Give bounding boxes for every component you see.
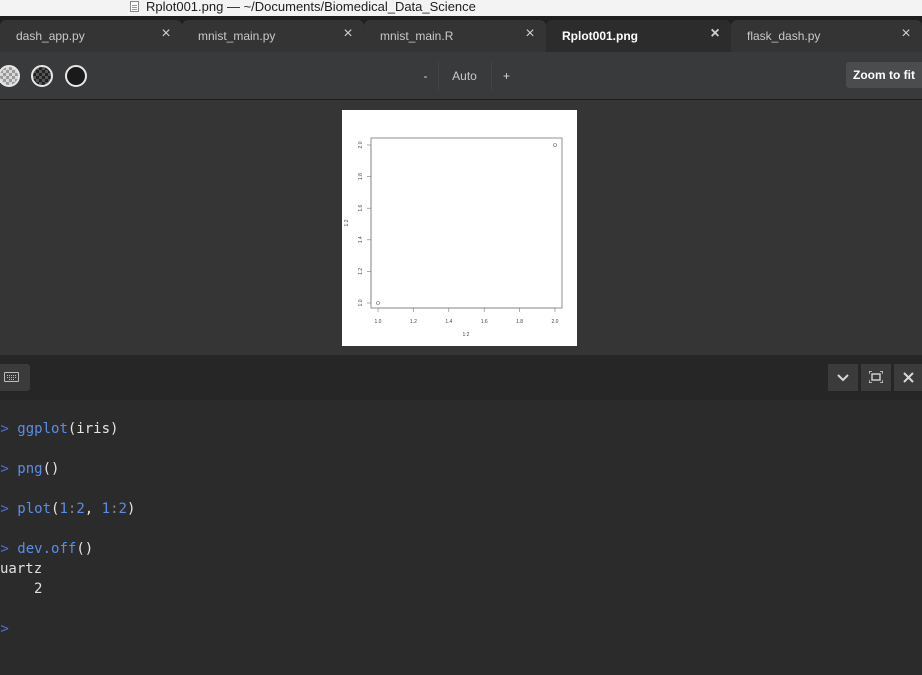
tab-label: dash_app.py [16, 29, 85, 43]
zoom-in-button[interactable]: + [491, 62, 521, 90]
y-axis: 1.0 1.2 1.4 1.6 1.8 2.0 [358, 141, 372, 306]
tab-rplot001[interactable]: Rplot001.png × [546, 20, 731, 52]
x-axis: 1.0 1.2 1.4 1.6 1.8 2.0 [375, 307, 559, 325]
keyboard-button[interactable] [0, 364, 30, 391]
console-function: plot [17, 501, 52, 517]
console-args: () [76, 541, 94, 557]
plot-frame [370, 137, 563, 309]
x-tick-label: 1.8 [516, 319, 523, 325]
close-icon[interactable]: × [898, 26, 914, 42]
r-console[interactable]: $> ggplot(iris) $> png() $> plot(1:2, 1:… [0, 400, 922, 675]
zoom-out-button[interactable]: - [413, 62, 439, 90]
y-tick-label: 1.8 [358, 173, 364, 180]
image-file-icon [130, 1, 139, 12]
y-axis-label: 1:2 [344, 219, 350, 226]
console-prompt: $> [0, 541, 9, 557]
collapse-panel-button[interactable] [828, 364, 858, 391]
plot-image: 1.0 1.2 1.4 1.6 1.8 2.0 1.0 1.2 1.4 1.6 1.8 2.0 1:… [342, 110, 577, 346]
black-background-button[interactable] [65, 65, 87, 87]
console-prompt: $> [0, 621, 9, 637]
console-panel-header [0, 358, 922, 400]
tab-flask-dash[interactable]: flask_dash.py × [731, 20, 922, 52]
zoom-to-fit-button[interactable]: Zoom to fit [846, 62, 922, 88]
zoom-level[interactable]: Auto [438, 62, 491, 90]
y-tick-label: 1.4 [358, 236, 364, 243]
console-prompt: $> [0, 501, 9, 517]
chevron-down-icon [837, 374, 849, 382]
console-line: $> ggplot(iris) [0, 421, 118, 437]
keyboard-icon [4, 372, 19, 382]
close-icon[interactable]: × [340, 26, 356, 42]
checkered-background-button[interactable] [31, 65, 53, 87]
console-args: (1:2, 1:2) [51, 501, 136, 517]
data-point [553, 143, 557, 147]
tab-label: mnist_main.py [198, 29, 276, 43]
close-icon[interactable]: × [158, 26, 174, 42]
y-tick-label: 1.0 [358, 299, 364, 306]
y-tick-label: 2.0 [358, 141, 364, 148]
y-tick-label: 1.6 [358, 205, 364, 212]
close-icon[interactable]: × [522, 26, 538, 42]
tab-mnist-main-r[interactable]: mnist_main.R × [364, 20, 546, 52]
console-line: $> plot(1:2, 1:2) [0, 501, 135, 517]
image-canvas: 1.0 1.2 1.4 1.6 1.8 2.0 1.0 1.2 1.4 1.6 1.8 2.0 1:… [0, 100, 922, 355]
plot-svg: 1.0 1.2 1.4 1.6 1.8 2.0 1.0 1.2 1.4 1.6 1.8 2.0 1:… [344, 137, 563, 338]
console-input-line[interactable]: $> [0, 621, 9, 637]
close-icon [902, 372, 914, 383]
tab-bar: dash_app.py × mnist_main.py × mnist_main… [0, 16, 922, 52]
maximize-panel-button[interactable] [861, 364, 891, 391]
tab-dash-app[interactable]: dash_app.py × [0, 20, 182, 52]
image-viewer-toolbar: - Auto + Zoom to fit [0, 52, 922, 100]
tab-label: mnist_main.R [380, 29, 454, 43]
tab-label: flask_dash.py [747, 29, 821, 43]
window-title: Rplot001.png — ~/Documents/Biomedical_Da… [146, 0, 476, 14]
console-function: dev.off [17, 541, 77, 557]
x-tick-label: 1.6 [481, 319, 488, 325]
y-tick-label: 1.2 [358, 268, 364, 275]
console-function: ggplot [17, 421, 68, 437]
console-output-value: 2 [34, 581, 43, 597]
close-panel-button[interactable] [894, 364, 922, 391]
x-tick-label: 1.4 [445, 319, 452, 325]
maximize-icon [868, 370, 884, 384]
close-icon[interactable]: × [707, 26, 723, 42]
tab-mnist-main-py[interactable]: mnist_main.py × [182, 20, 364, 52]
console-prompt: $> [0, 421, 9, 437]
console-prompt: $> [0, 461, 9, 477]
x-tick-label: 2.0 [552, 319, 559, 325]
transparent-background-button[interactable] [0, 65, 20, 87]
console-line: $> png() [0, 461, 59, 477]
console-args: (iris) [67, 421, 119, 437]
data-point [376, 301, 380, 305]
x-tick-label: 1.2 [410, 319, 417, 325]
console-args: () [42, 461, 60, 477]
x-tick-label: 1.0 [375, 319, 382, 325]
x-axis-label: 1:2 [463, 332, 470, 338]
console-function: png [17, 461, 43, 477]
console-output-name: uartz [0, 561, 43, 577]
window-titlebar: Rplot001.png — ~/Documents/Biomedical_Da… [0, 0, 922, 16]
tab-label: Rplot001.png [562, 29, 639, 43]
console-line: $> dev.off() [0, 541, 93, 557]
plot-points [376, 143, 557, 305]
